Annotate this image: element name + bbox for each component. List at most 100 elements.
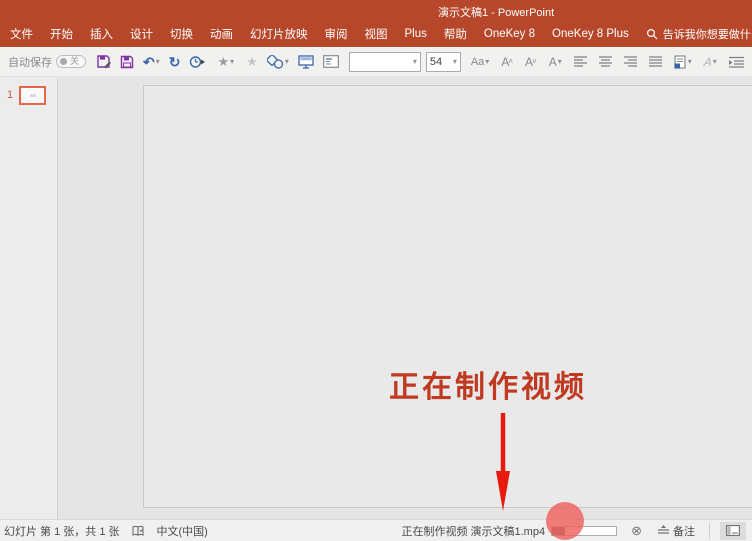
undo-icon: ↶ (143, 55, 155, 69)
thumbnail-content (30, 94, 36, 97)
redo-icon: ↻ (169, 55, 181, 69)
proofing-icon[interactable] (132, 525, 145, 537)
grow-font-arrow-icon: ˄ (508, 57, 513, 66)
statusbar-separator (709, 523, 710, 539)
save-button[interactable] (118, 51, 136, 73)
rehearse-clock-icon (189, 55, 205, 69)
search-icon (646, 28, 658, 40)
font-color-label: A (549, 55, 557, 69)
save-pen-icon (96, 54, 111, 69)
export-progress-fill (552, 527, 565, 535)
start-slideshow-button[interactable] (296, 51, 316, 73)
align-center-button[interactable] (597, 51, 614, 73)
notes-label: 备注 (673, 523, 695, 539)
search-label: 告诉我你想要做什么 (663, 26, 752, 42)
font-color-caret-icon: ▾ (558, 57, 562, 66)
grow-font-button[interactable]: A˄ (499, 51, 515, 73)
font-size-combobox[interactable]: 54 ▾ (426, 52, 461, 72)
slide-canvas[interactable] (143, 85, 752, 508)
tab-design[interactable]: 设计 (130, 26, 153, 42)
textbox-icon (323, 55, 339, 68)
shapes-caret-icon: ▾ (285, 57, 289, 66)
align-left-icon (574, 56, 587, 67)
shapes-icon (267, 55, 284, 69)
indent-icon (729, 56, 744, 68)
quick-star-button-2[interactable]: ★ (244, 51, 260, 73)
shrink-font-arrow-icon: ˅ (532, 57, 537, 66)
text-effects-button[interactable]: A▾ (702, 51, 719, 73)
notes-icon (658, 525, 669, 536)
paste-options-caret-icon: ▾ (688, 57, 692, 66)
change-case-button[interactable]: Aa▾ (469, 51, 491, 73)
quick-access-toolbar: 自动保存 关 ↶▾ ↻ ★▾ ★ ▾ (0, 47, 752, 77)
undo-button[interactable]: ↶▾ (141, 51, 162, 73)
tab-onekey8[interactable]: OneKey 8 (484, 28, 535, 40)
indent-button[interactable] (727, 51, 746, 73)
paste-options-button[interactable]: ▾ (672, 51, 694, 73)
tell-me-search[interactable]: 告诉我你想要做什么 (646, 26, 752, 42)
star-caret-icon: ▾ (230, 57, 234, 66)
font-name-caret-icon: ▾ (413, 57, 417, 66)
tab-help[interactable]: 帮助 (444, 26, 467, 42)
workspace: 1 正在制作视频 (0, 77, 752, 519)
tab-home[interactable]: 开始 (50, 26, 73, 42)
paste-options-icon (674, 55, 687, 69)
tab-review[interactable]: 审阅 (325, 26, 348, 42)
normal-view-icon (726, 525, 740, 536)
rehearse-timings-button[interactable] (187, 51, 207, 73)
notes-button[interactable]: 备注 (658, 523, 695, 539)
save-icon (120, 55, 134, 69)
justify-button[interactable] (647, 51, 664, 73)
annotation-text: 正在制作视频 (389, 362, 587, 406)
star-icon-2: ★ (246, 55, 258, 68)
text-effects-caret-icon: ▾ (713, 57, 717, 66)
annotation-arrow-icon (494, 411, 512, 513)
autosave-toggle[interactable]: 关 (56, 55, 86, 68)
font-color-button[interactable]: A▾ (547, 51, 564, 73)
normal-view-button[interactable] (720, 522, 746, 540)
align-right-button[interactable] (622, 51, 639, 73)
align-left-button[interactable] (572, 51, 589, 73)
save-annotate-button[interactable] (94, 51, 113, 73)
title-bar: 演示文稿1 - PowerPoint (0, 0, 752, 21)
shrink-font-button[interactable]: A˅ (523, 51, 539, 73)
font-name-combobox[interactable]: ▾ (349, 52, 421, 72)
change-case-label: Aa (471, 56, 484, 68)
status-bar: 幻灯片 第 1 张，共 1 张 中文(中国) 正在制作视频 演示文稿1.mp4 … (0, 519, 752, 541)
undo-caret-icon: ▾ (156, 57, 160, 66)
window-title: 演示文稿1 - PowerPoint (438, 4, 554, 20)
tab-insert[interactable]: 插入 (90, 26, 113, 42)
slide-info: 幻灯片 第 1 张，共 1 张 (4, 523, 120, 539)
quick-star-button[interactable]: ★▾ (215, 51, 236, 73)
tab-file[interactable]: 文件 (10, 26, 33, 42)
tab-onekey8plus[interactable]: OneKey 8 Plus (552, 28, 629, 40)
slide-thumbnail-panel: 1 (0, 77, 58, 519)
autosave-state: 关 (70, 57, 79, 66)
export-progress-bar (551, 526, 617, 536)
align-center-icon (599, 56, 612, 67)
slide-number: 1 (7, 89, 13, 101)
align-right-icon (624, 56, 637, 67)
monitor-slide-icon (298, 55, 314, 69)
change-case-caret-icon: ▾ (485, 57, 489, 66)
toggle-dot-icon (60, 58, 67, 65)
justify-icon (649, 56, 662, 67)
redo-button[interactable]: ↻ (167, 51, 183, 73)
tab-animations[interactable]: 动画 (210, 26, 233, 42)
tab-transitions[interactable]: 切换 (170, 26, 193, 42)
tab-plus[interactable]: Plus (405, 28, 427, 40)
tab-slideshow[interactable]: 幻灯片放映 (250, 26, 308, 42)
export-status-text: 正在制作视频 演示文稿1.mp4 (401, 523, 545, 539)
star-icon: ★ (217, 55, 229, 68)
ribbon-tab-bar: 文件 开始 插入 设计 切换 动画 幻灯片放映 审阅 视图 Plus 帮助 On… (0, 21, 752, 47)
font-size-caret-icon: ▾ (453, 57, 457, 66)
language-status[interactable]: 中文(中国) (157, 523, 208, 539)
tab-view[interactable]: 视图 (365, 26, 388, 42)
text-effects-icon: A (701, 55, 714, 69)
font-size-value: 54 (430, 56, 442, 68)
shapes-button[interactable]: ▾ (265, 51, 291, 73)
cancel-export-icon[interactable]: ⊗ (631, 524, 642, 537)
textbox-button[interactable] (321, 51, 341, 73)
slide-thumbnail[interactable] (19, 86, 46, 105)
autosave-label: 自动保存 (8, 54, 52, 70)
